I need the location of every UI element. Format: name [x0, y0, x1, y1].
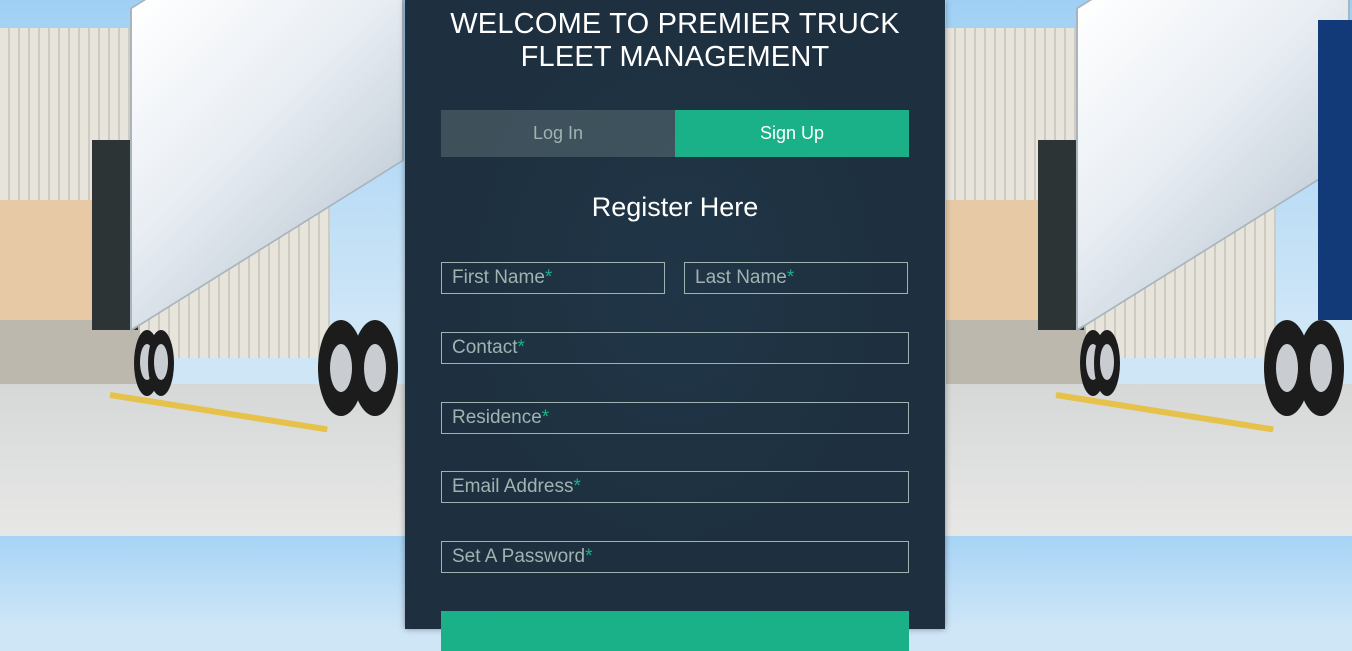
- auth-tabs: Log In Sign Up: [441, 110, 909, 157]
- contact-input[interactable]: [442, 333, 908, 363]
- page-title: WELCOME TO PREMIER TRUCK FLEET MANAGEMEN…: [450, 8, 900, 73]
- first-name-field[interactable]: First Name*: [441, 262, 665, 294]
- tab-log-in[interactable]: Log In: [441, 110, 675, 157]
- form-heading: Register Here: [591, 192, 759, 222]
- residence-input[interactable]: [442, 403, 908, 433]
- last-name-input[interactable]: [685, 263, 907, 293]
- password-field[interactable]: Set A Password*: [441, 541, 909, 573]
- last-name-field[interactable]: Last Name*: [684, 262, 908, 294]
- truck-cab: [1318, 20, 1352, 320]
- email-field[interactable]: Email Address*: [441, 471, 909, 503]
- submit-button[interactable]: [441, 611, 909, 651]
- password-input[interactable]: [442, 542, 908, 572]
- tab-sign-up[interactable]: Sign Up: [675, 110, 909, 157]
- residence-field[interactable]: Residence*: [441, 402, 909, 434]
- email-input[interactable]: [442, 472, 908, 502]
- contact-field[interactable]: Contact*: [441, 332, 909, 364]
- first-name-input[interactable]: [442, 263, 664, 293]
- truck-photo-tile-left: [0, 0, 450, 536]
- form-panel: WELCOME TO PREMIER TRUCK FLEET MANAGEMEN…: [405, 0, 945, 651]
- truck-photo-tile-right: [946, 0, 1352, 536]
